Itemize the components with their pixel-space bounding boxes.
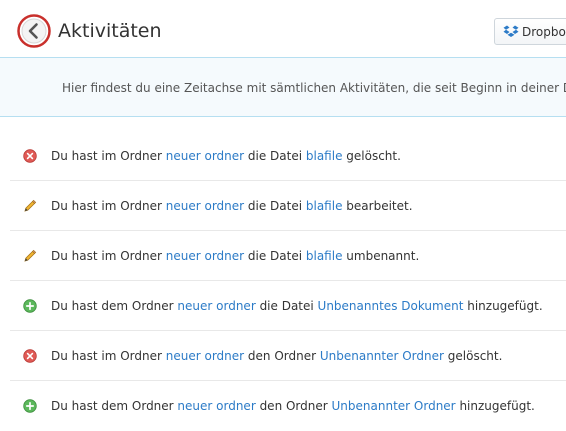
activity-text-part: gelöscht. (342, 149, 401, 163)
activity-text-part: die Datei (244, 249, 306, 263)
item-link[interactable]: Unbenannter Ordner (332, 399, 456, 413)
pencil-icon (24, 199, 37, 212)
item-link[interactable]: Unbenannter Ordner (320, 349, 444, 363)
activity-text: Du hast im Ordner neuer ordner die Datei… (51, 147, 401, 165)
activity-text-part: Du hast im Ordner (51, 349, 166, 363)
item-link[interactable]: blafile (306, 149, 343, 163)
activity-text-part: bearbeitet. (342, 199, 413, 213)
folder-link[interactable]: neuer ordner (177, 399, 255, 413)
activity-text-part: den Ordner (244, 349, 320, 363)
activity-text: Du hast im Ordner neuer ordner die Datei… (51, 197, 413, 215)
dropbox-icon (503, 25, 519, 37)
deleted-icon (23, 349, 37, 363)
activity-text-part: die Datei (244, 149, 306, 163)
activity-text-part: Du hast dem Ordner (51, 399, 178, 413)
activity-item: Du hast dem Ordner neuer ordner die Date… (10, 281, 566, 331)
activity-text: Du hast dem Ordner neuer ordner die Date… (51, 297, 543, 315)
pencil-icon (24, 249, 37, 262)
item-link[interactable]: Unbenanntes Dokument (318, 299, 464, 313)
activity-item: Du hast im Ordner neuer ordner den Ordne… (10, 331, 566, 381)
info-text: Hier findest du eine Zeitachse mit sämtl… (62, 81, 566, 95)
folder-link[interactable]: neuer ordner (177, 299, 255, 313)
activity-item: Du hast dem Ordner neuer ordner den Ordn… (10, 381, 566, 431)
dropbox-button[interactable]: Dropbox (494, 18, 566, 45)
activity-text-part: umbenannt. (342, 249, 420, 263)
folder-link[interactable]: neuer ordner (166, 249, 244, 263)
activity-item: Du hast im Ordner neuer ordner die Datei… (10, 231, 566, 281)
info-box: Hier findest du eine Zeitachse mit sämtl… (0, 57, 566, 117)
page-title: Aktivitäten (58, 20, 162, 42)
activity-text: Du hast im Ordner neuer ordner den Ordne… (51, 347, 502, 365)
activity-text-part: den Ordner (255, 399, 332, 413)
folder-link[interactable]: neuer ordner (166, 349, 244, 363)
back-button[interactable] (17, 14, 51, 48)
activity-text-part: Du hast im Ordner (51, 249, 166, 263)
activity-text-part: gelöscht. (443, 349, 503, 363)
folder-link[interactable]: neuer ordner (166, 199, 244, 213)
activity-text-part: hinzugefügt. (455, 399, 535, 413)
activity-text-part: Du hast im Ordner (51, 199, 166, 213)
activity-text-part: Du hast dem Ordner (51, 299, 178, 313)
activity-text: Du hast dem Ordner neuer ordner den Ordn… (51, 397, 535, 415)
activity-text-part: hinzugefügt. (463, 299, 543, 313)
dropbox-button-label: Dropbox (522, 25, 566, 39)
activity-text-part: die Datei (244, 199, 306, 213)
activity-text-part: die Datei (255, 299, 318, 313)
deleted-icon (23, 149, 37, 163)
activity-text: Du hast im Ordner neuer ordner die Datei… (51, 247, 419, 265)
item-link[interactable]: blafile (306, 199, 343, 213)
folder-link[interactable]: neuer ordner (166, 149, 244, 163)
activity-list: Du hast im Ordner neuer ordner die Datei… (10, 131, 566, 431)
activity-item: Du hast im Ordner neuer ordner die Datei… (10, 131, 566, 181)
activity-item: Du hast im Ordner neuer ordner die Datei… (10, 181, 566, 231)
item-link[interactable]: blafile (306, 249, 343, 263)
added-icon (23, 299, 37, 313)
header: Aktivitäten Dropbox (0, 0, 566, 57)
activity-text-part: Du hast im Ordner (51, 149, 166, 163)
added-icon (23, 399, 37, 413)
back-arrow-icon (17, 14, 51, 48)
